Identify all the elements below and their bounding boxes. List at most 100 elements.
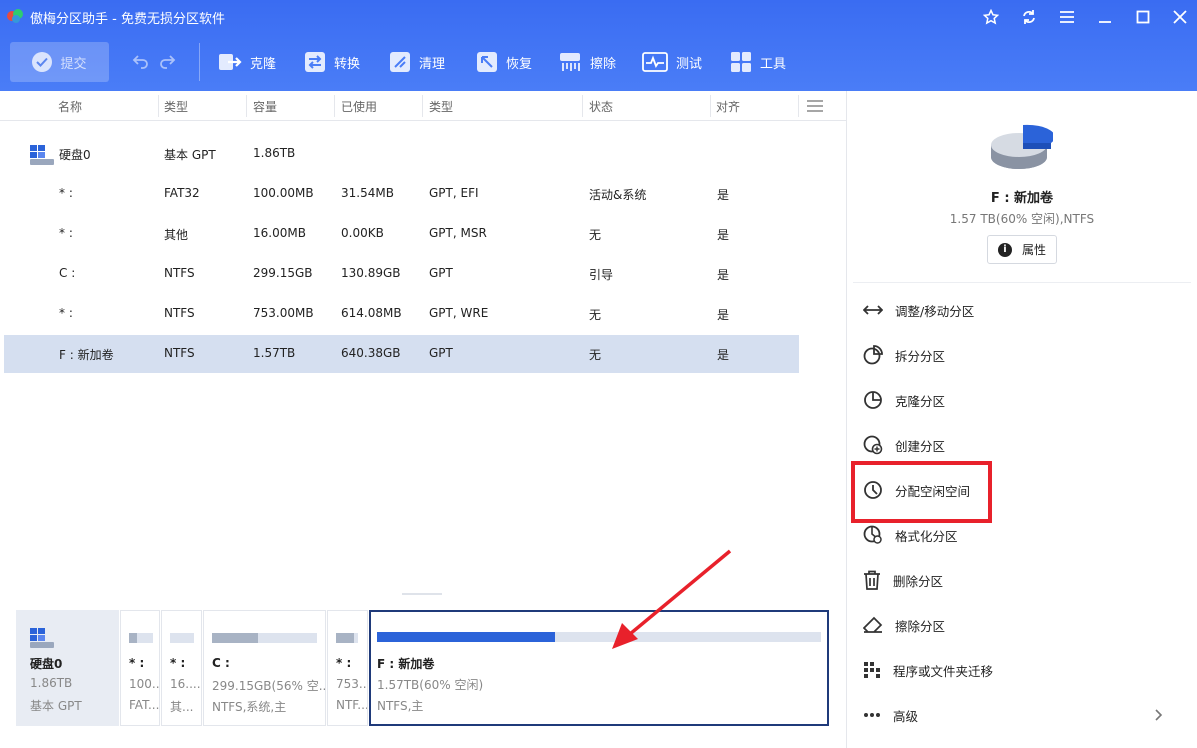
partition-name: * : bbox=[129, 656, 145, 670]
split-partition-icon bbox=[863, 345, 883, 365]
action-clone-partition[interactable]: 克隆分区 bbox=[863, 388, 1183, 412]
column-status[interactable]: 状态 bbox=[589, 98, 613, 115]
column-capacity[interactable]: 容量 bbox=[253, 98, 277, 115]
partition-fs: FAT32 bbox=[164, 186, 200, 200]
action-create-partition[interactable]: 创建分区 bbox=[863, 433, 1183, 457]
refresh-icon[interactable] bbox=[1017, 6, 1041, 28]
partition-type: GPT, EFI bbox=[429, 186, 479, 200]
annotation-arrow bbox=[612, 549, 732, 649]
partition-capacity: 16.00MB bbox=[253, 226, 306, 240]
partition-used: 130.89GB bbox=[341, 266, 401, 280]
disk-name: 硬盘0 bbox=[59, 148, 91, 162]
partition-name: C : bbox=[212, 656, 230, 670]
usage-fill bbox=[377, 632, 555, 642]
action-resize-move[interactable]: 调整/移动分区 bbox=[863, 298, 1183, 322]
submit-label: 提交 bbox=[60, 56, 87, 72]
disk-map-disk-type: 基本 GPT bbox=[30, 699, 82, 713]
toolbar-wipe-button[interactable]: 擦除 bbox=[558, 48, 616, 76]
menu-icon[interactable] bbox=[1055, 6, 1079, 28]
partition-size: 1.57TB(60% 空闲) bbox=[377, 678, 484, 692]
action-label: 克隆分区 bbox=[895, 393, 946, 409]
action-label: 格式化分区 bbox=[895, 528, 958, 544]
disk-map-partition[interactable]: * : 100... FAT... bbox=[120, 610, 160, 726]
undo-icon[interactable] bbox=[132, 52, 150, 70]
toolbar-divider bbox=[199, 43, 200, 81]
toolbar-clone-label: 克隆 bbox=[250, 56, 277, 72]
disk-map-disk-size: 1.86TB bbox=[30, 676, 73, 690]
column-settings-icon[interactable] bbox=[806, 99, 824, 113]
column-used[interactable]: 已使用 bbox=[341, 98, 377, 115]
properties-label: 属性 bbox=[1021, 243, 1046, 257]
partition-size: 299.15GB(56% 空... bbox=[212, 679, 326, 693]
pane-splitter-handle[interactable] bbox=[402, 593, 442, 595]
action-label: 高级 bbox=[893, 708, 919, 724]
toolbar-tools-button[interactable]: 工具 bbox=[730, 48, 786, 76]
table-row[interactable]: * : NTFS 753.00MB 614.08MB GPT, WRE 无 是 bbox=[4, 295, 799, 333]
title-bar: 傲梅分区助手 - 免费无损分区软件 bbox=[0, 0, 1197, 32]
partition-alignment: 是 bbox=[717, 188, 730, 202]
app-logo-icon bbox=[7, 9, 23, 23]
column-alignment[interactable]: 对齐 bbox=[716, 98, 740, 115]
column-partition-type[interactable]: 类型 bbox=[429, 98, 453, 115]
column-name[interactable]: 名称 bbox=[58, 98, 82, 115]
action-split-partition[interactable]: 拆分分区 bbox=[863, 343, 1183, 367]
table-row[interactable]: C : NTFS 299.15GB 130.89GB GPT 引导 是 bbox=[4, 255, 799, 293]
partition-status: 活动&系统 bbox=[589, 188, 647, 202]
action-label: 创建分区 bbox=[895, 438, 946, 454]
disk-icon bbox=[30, 145, 54, 165]
minimize-icon[interactable] bbox=[1093, 6, 1117, 28]
partition-fs: NTFS,系统,主 bbox=[212, 700, 287, 714]
partition-capacity: 100.00MB bbox=[253, 186, 314, 200]
table-row[interactable]: * : FAT32 100.00MB 31.54MB GPT, EFI 活动&系… bbox=[4, 175, 799, 213]
toolbar-test-button[interactable]: 测试 bbox=[642, 48, 702, 76]
toolbar-clone-button[interactable]: 克隆 bbox=[218, 48, 276, 76]
usage-bar bbox=[336, 633, 358, 643]
properties-button[interactable]: i 属性 bbox=[987, 235, 1057, 264]
partition-fs: 其... bbox=[170, 700, 194, 714]
chevron-right-icon bbox=[1155, 709, 1163, 721]
partition-fs: NTFS bbox=[164, 266, 195, 280]
action-delete-partition[interactable]: 删除分区 bbox=[863, 568, 1183, 592]
column-divider bbox=[422, 95, 423, 117]
usage-bar bbox=[212, 633, 317, 643]
favorite-star-icon[interactable] bbox=[979, 6, 1003, 28]
disk-row[interactable]: 硬盘0 基本 GPT 1.86TB bbox=[4, 135, 799, 173]
partition-used: 31.54MB bbox=[341, 186, 394, 200]
submit-button[interactable]: 提交 bbox=[10, 42, 109, 82]
disk-map-partition[interactable]: C : 299.15GB(56% 空... NTFS,系统,主 bbox=[203, 610, 326, 726]
partition-fs: NTFS bbox=[164, 306, 195, 320]
toolbar-convert-button[interactable]: 转换 bbox=[304, 48, 360, 76]
disk-map-partition[interactable]: * : 16.... 其... bbox=[161, 610, 202, 726]
usage-fill bbox=[129, 633, 137, 643]
partition-alignment: 是 bbox=[717, 268, 730, 282]
maximize-icon[interactable] bbox=[1131, 6, 1155, 28]
toolbar-clean-button[interactable]: 清理 bbox=[389, 48, 445, 76]
disk-map-disk-name: 硬盘0 bbox=[30, 657, 63, 671]
action-app-migration[interactable]: 程序或文件夹迁移 bbox=[863, 658, 1183, 682]
partition-fs: NTF... bbox=[336, 698, 368, 712]
close-icon[interactable] bbox=[1168, 6, 1192, 28]
action-advanced[interactable]: 高级 bbox=[863, 703, 1183, 727]
partition-name: * : bbox=[59, 306, 73, 320]
partition-type: GPT, MSR bbox=[429, 226, 487, 240]
table-row[interactable]: * : 其他 16.00MB 0.00KB GPT, MSR 无 是 bbox=[4, 215, 799, 253]
partition-type: GPT bbox=[429, 346, 453, 360]
toolbar-recover-button[interactable]: 恢复 bbox=[476, 48, 532, 76]
tools-icon bbox=[731, 52, 751, 72]
table-row-selected[interactable]: F : 新加卷 NTFS 1.57TB 640.38GB GPT 无 是 bbox=[4, 335, 799, 373]
partition-name: * : bbox=[336, 656, 352, 670]
partition-size: 753... bbox=[336, 677, 368, 691]
column-type[interactable]: 类型 bbox=[164, 98, 188, 115]
redo-icon[interactable] bbox=[158, 52, 176, 70]
eraser-icon bbox=[863, 616, 883, 633]
partition-name: * : bbox=[59, 226, 73, 240]
action-wipe-partition[interactable]: 擦除分区 bbox=[863, 613, 1183, 637]
resize-move-icon bbox=[863, 305, 883, 315]
disk-map-partition[interactable]: * : 753... NTF... bbox=[327, 610, 368, 726]
partition-status: 引导 bbox=[589, 268, 614, 282]
partition-status: 无 bbox=[589, 308, 602, 322]
usage-bar bbox=[377, 632, 821, 642]
disk-map-partition-selected[interactable]: F : 新加卷 1.57TB(60% 空闲) NTFS,主 bbox=[369, 610, 829, 726]
disk-map-disk[interactable]: 硬盘0 1.86TB 基本 GPT bbox=[16, 610, 119, 726]
action-format-partition[interactable]: 格式化分区 bbox=[863, 523, 1183, 547]
